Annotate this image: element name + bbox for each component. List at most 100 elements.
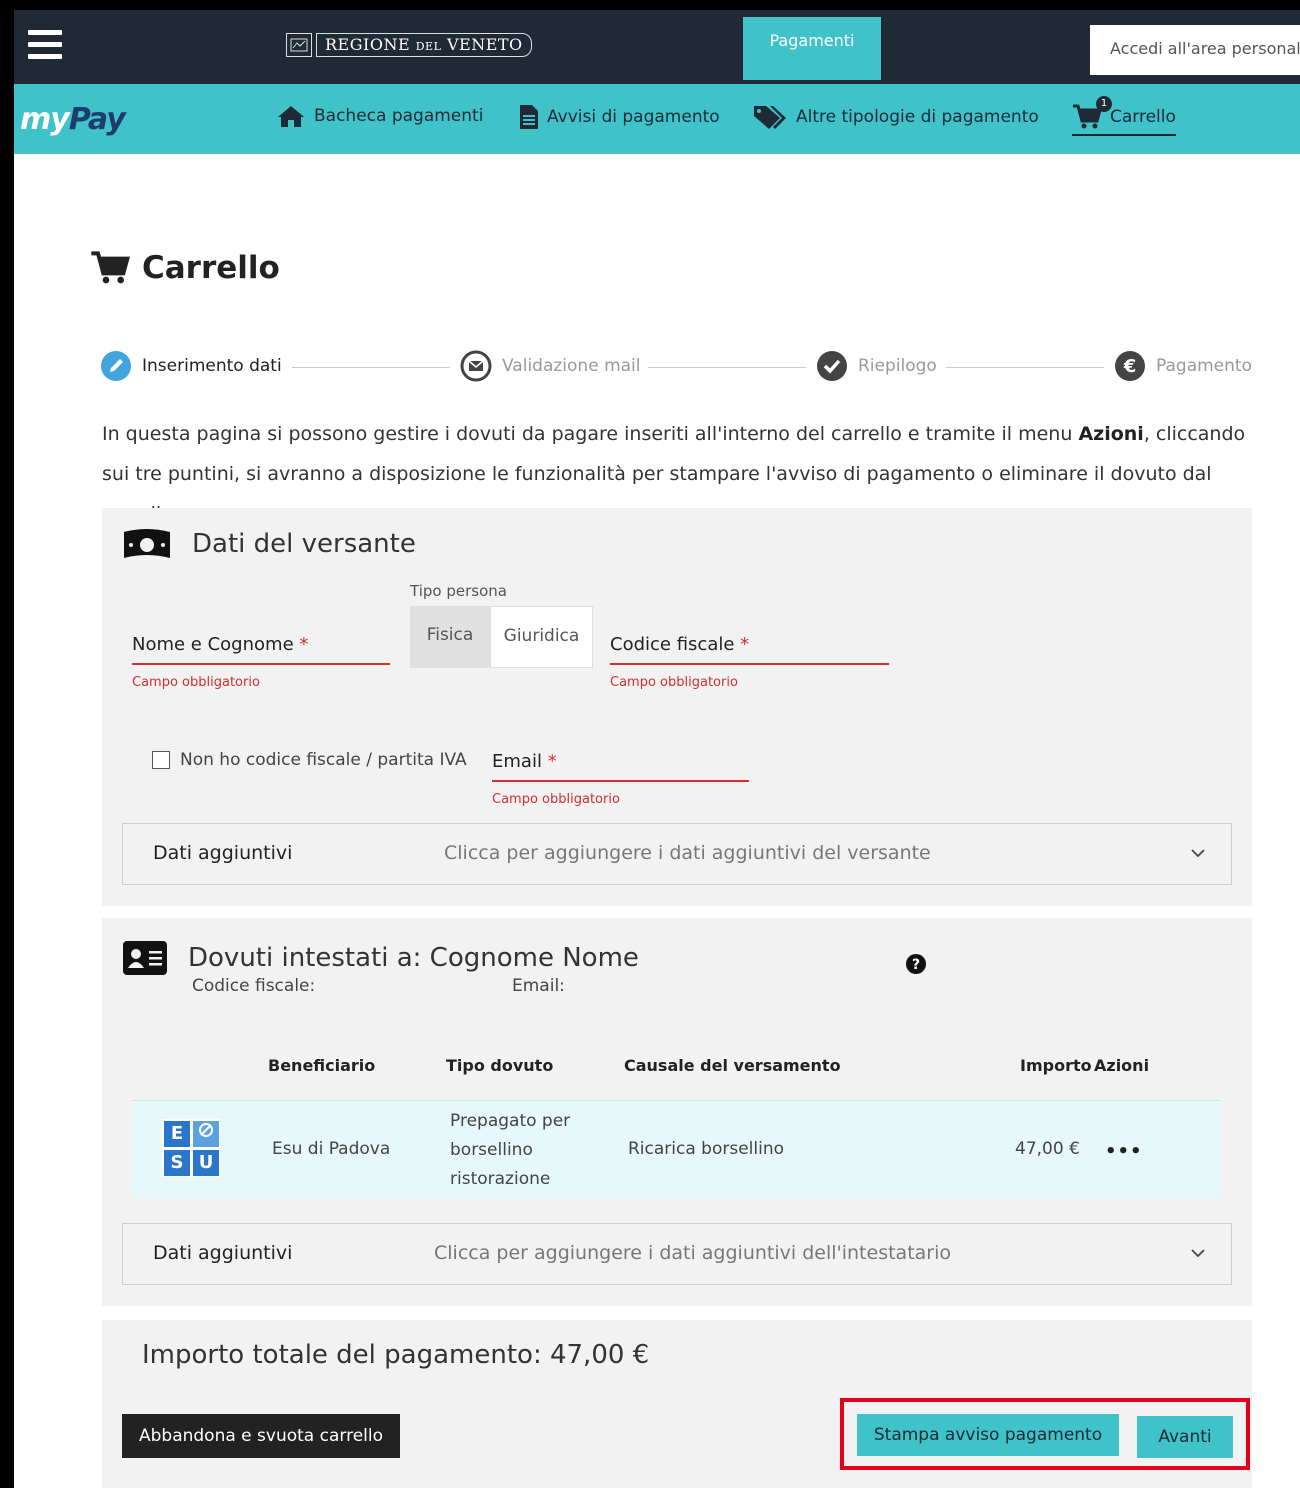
panel-header: Dati del versante	[122, 526, 416, 562]
money-bill-icon	[124, 529, 170, 558]
no-cf-checkbox[interactable]	[152, 751, 170, 769]
field-underline	[610, 663, 889, 665]
cell-tipo-dovuto: Prepagato per borsellino ristorazione	[450, 1111, 571, 1189]
region-emblem-icon	[286, 33, 312, 57]
field-label: Codice fiscale *	[610, 634, 750, 655]
nav-item-altre-tipologie[interactable]: Altre tipologie di pagamento	[752, 104, 1039, 130]
top-header-bar: REGIONE DEL VENETO Pagamenti Accedi all'…	[14, 10, 1300, 84]
column-header-causale: Causale del versamento	[624, 1056, 841, 1075]
login-personal-area-button[interactable]: Accedi all'area personale	[1090, 25, 1300, 75]
frame-border-top	[0, 0, 1300, 10]
chevron-down-icon	[1191, 849, 1205, 858]
field-underline	[132, 663, 390, 665]
home-icon	[278, 106, 304, 127]
tipo-persona-fisica[interactable]: Fisica	[410, 606, 490, 668]
panel-dovuti: Dovuti intestati a: Cognome Nome Codice …	[102, 918, 1252, 1306]
step-connector	[946, 367, 1104, 368]
field-error: Campo obbligatorio	[610, 675, 738, 690]
tags-icon	[754, 106, 786, 129]
total-amount-text: Importo totale del pagamento: 47,00 €	[142, 1340, 650, 1370]
tipo-persona-toggle: Fisica Giuridica	[410, 606, 593, 668]
email-label: Email:	[512, 976, 565, 996]
tipo-persona-label: Tipo persona	[410, 582, 507, 600]
row-actions-menu[interactable]: •••	[1105, 1141, 1143, 1162]
panel-title: Dovuti intestati a: Cognome Nome	[188, 943, 639, 973]
step-label: Inserimento dati	[142, 356, 282, 376]
field-underline	[492, 780, 749, 782]
step-riepilogo: Riepilogo	[816, 350, 937, 382]
codice-fiscale-label: Codice fiscale:	[192, 976, 316, 996]
region-name: REGIONE DEL VENETO	[316, 33, 532, 57]
column-header-azioni: Azioni	[1094, 1056, 1150, 1075]
accordion-dati-aggiuntivi-intestatario[interactable]: Dati aggiuntivi Clicca per aggiungere i …	[122, 1223, 1232, 1285]
regione-veneto-logo[interactable]: REGIONE DEL VENETO	[286, 32, 532, 58]
panel-title: Dati del versante	[192, 529, 416, 559]
panel-dati-versante: Dati del versante Nome e Cognome * Campo…	[102, 508, 1252, 906]
cell-beneficiario: Esu di Padova	[272, 1139, 391, 1159]
page-title-text: Carrello	[142, 250, 280, 286]
abandon-cart-button[interactable]: Abbandona e svuota carrello	[122, 1414, 400, 1458]
step-label: Validazione mail	[502, 356, 641, 376]
step-label: Pagamento	[1156, 356, 1252, 376]
page-title: Carrello	[90, 250, 280, 286]
svg-text:?: ?	[912, 957, 920, 973]
nav-item-avvisi[interactable]: Avvisi di pagamento	[519, 104, 720, 130]
tipo-persona-giuridica[interactable]: Giuridica	[490, 606, 593, 668]
codice-fiscale-field[interactable]: Codice fiscale * Campo obbligatorio	[610, 634, 889, 690]
pencil-icon	[101, 351, 131, 381]
print-notice-button[interactable]: Stampa avviso pagamento	[857, 1414, 1119, 1456]
cell-importo: 47,00 €	[1015, 1139, 1080, 1159]
tab-pagamenti[interactable]: Pagamenti	[743, 17, 881, 80]
nav-item-label: Altre tipologie di pagamento	[796, 107, 1039, 127]
column-header-tipo-dovuto: Tipo dovuto	[446, 1056, 554, 1075]
column-header-importo: Importo	[1020, 1056, 1092, 1075]
step-validazione-mail: Validazione mail	[460, 350, 641, 382]
logo-letter: E	[164, 1121, 190, 1147]
cart-count-badge: 1	[1096, 96, 1112, 112]
id-card-icon	[123, 941, 167, 975]
next-button[interactable]: Avanti	[1137, 1416, 1233, 1458]
accordion-title: Dati aggiuntivi	[153, 1242, 293, 1264]
question-circle-icon[interactable]: ?	[905, 953, 927, 975]
cart-icon	[91, 251, 130, 284]
email-field[interactable]: Email * Campo obbligatorio	[492, 751, 749, 807]
nav-item-label: Bacheca pagamenti	[314, 106, 484, 126]
nav-item-bacheca[interactable]: Bacheca pagamenti	[276, 104, 483, 128]
nav-item-label: Avvisi di pagamento	[547, 107, 720, 127]
hamburger-menu-icon[interactable]	[28, 30, 62, 62]
checkout-stepper: Inserimento dati Validazione mail Riepil…	[100, 350, 1252, 386]
field-label: Nome e Cognome *	[132, 634, 309, 655]
esu-padova-logo: E S U	[162, 1119, 220, 1177]
check-icon	[817, 351, 847, 381]
column-header-beneficiario: Beneficiario	[268, 1056, 376, 1075]
mypay-logo[interactable]: myPay	[20, 102, 126, 137]
chevron-down-icon	[1191, 1249, 1205, 1258]
field-error: Campo obbligatorio	[492, 792, 620, 807]
svg-text:€: €	[1123, 356, 1137, 377]
field-error: Campo obbligatorio	[132, 675, 260, 690]
panel-totale: Importo totale del pagamento: 47,00 € Ab…	[102, 1320, 1252, 1488]
accordion-dati-aggiuntivi-versante[interactable]: Dati aggiuntivi Clicca per aggiungere i …	[122, 823, 1232, 885]
logo-letter: U	[193, 1150, 219, 1176]
step-inserimento-dati: Inserimento dati	[100, 350, 282, 382]
frame-border-left	[0, 0, 14, 1488]
field-label: Email *	[492, 751, 557, 772]
cell-causale: Ricarica borsellino	[628, 1139, 785, 1159]
no-cf-checkbox-row[interactable]: Non ho codice fiscale / partita IVA	[152, 750, 467, 770]
nome-cognome-field[interactable]: Nome e Cognome * Campo obbligatorio	[132, 634, 390, 690]
nav-item-carrello[interactable]: 1 Carrello	[1072, 96, 1176, 136]
logo-emblem	[193, 1121, 219, 1147]
step-label: Riepilogo	[858, 356, 937, 376]
step-connector	[648, 367, 806, 368]
table-row: E S U Esu di Padova Prepagato per borsel…	[132, 1100, 1220, 1199]
panel-header: Dovuti intestati a: Cognome Nome	[122, 940, 639, 976]
logo-letter: S	[164, 1150, 190, 1176]
step-connector	[292, 367, 450, 368]
checkbox-label: Non ho codice fiscale / partita IVA	[180, 750, 467, 770]
envelope-icon	[460, 350, 492, 382]
nav-item-label: Carrello	[1110, 107, 1176, 127]
accordion-title: Dati aggiuntivi	[153, 842, 293, 864]
accordion-desc: Clicca per aggiungere i dati aggiuntivi …	[444, 842, 931, 864]
step-pagamento: € Pagamento	[1114, 350, 1252, 382]
euro-icon: €	[1115, 351, 1145, 381]
